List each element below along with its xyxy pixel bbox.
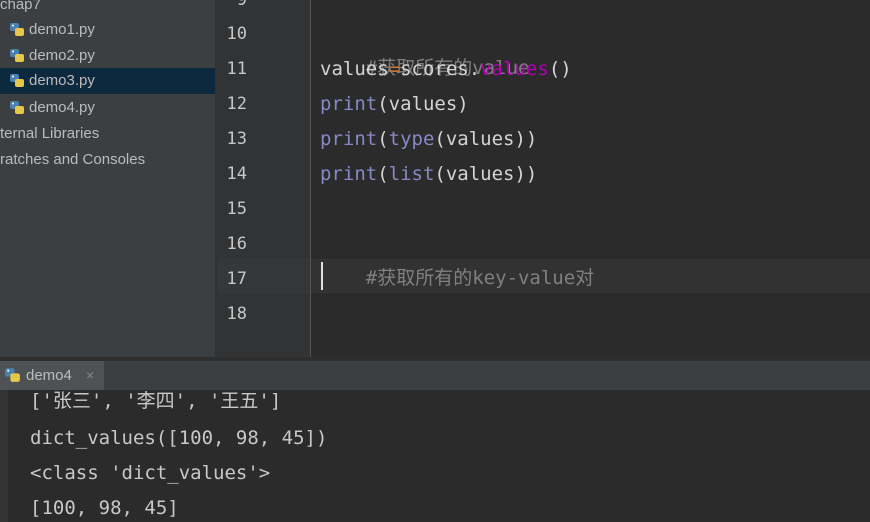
tree-file-demo2[interactable]: demo2.py — [0, 43, 215, 69]
code-token: type — [388, 128, 435, 150]
python-file-icon — [10, 49, 24, 62]
line-number: 12 — [226, 94, 247, 114]
tree-file-demo3[interactable]: demo3.py — [0, 68, 215, 94]
line-number: 13 — [226, 129, 247, 149]
line-number: 14 — [226, 164, 247, 184]
tree-folder-chap7[interactable]: chap7 — [0, 0, 215, 18]
console-line: ['张三', '李四', '王五'] — [30, 390, 282, 412]
code-line-14[interactable]: print(list(values)) — [320, 157, 537, 191]
console-line: dict_values([100, 98, 45]) — [30, 427, 328, 449]
code-token: scores. — [400, 58, 481, 80]
file-label: demo3.py — [29, 72, 95, 89]
code-line-16[interactable]: #获取所有的key-value对 — [320, 227, 594, 289]
code-token: (values) — [377, 93, 469, 115]
folder-label: chap7 — [0, 0, 41, 13]
file-label: demo2.py — [29, 47, 95, 64]
python-file-icon — [10, 23, 24, 36]
tree-external-libraries[interactable]: ternal Libraries — [0, 121, 215, 147]
code-line-12[interactable]: print(values) — [320, 87, 469, 121]
run-tab-demo4[interactable]: demo4 × — [0, 361, 104, 390]
external-libraries-label: ternal Libraries — [0, 125, 100, 142]
tree-scratches-consoles[interactable]: ratches and Consoles — [0, 147, 215, 173]
project-tree: chap7 demo1.py demo2.py demo3.py demo4.p… — [0, 0, 215, 357]
run-tab-label: demo4 — [26, 367, 72, 384]
code-token: print — [320, 163, 378, 185]
file-label: demo1.py — [29, 21, 95, 38]
console-line: <class 'dict_values'> — [30, 462, 271, 484]
text-caret — [321, 262, 323, 290]
tree-file-demo4[interactable]: demo4.py — [0, 95, 215, 121]
line-number-gutter: 9 10 11 12 13 14 15 16 17 18 — [217, 0, 310, 357]
line-number: 9 — [236, 0, 247, 10]
code-token: values — [480, 58, 549, 80]
close-icon[interactable]: × — [86, 361, 94, 390]
code-line-10[interactable]: #获取所有的value — [320, 17, 530, 79]
code-token: print — [320, 93, 378, 115]
console-line: [100, 98, 45] — [30, 497, 179, 519]
code-token: list — [388, 163, 435, 185]
line-number: 17 — [226, 269, 247, 289]
code-comment: #获取所有的key-value对 — [365, 267, 595, 289]
code-token: (values)) — [434, 128, 538, 150]
python-file-icon — [10, 74, 24, 87]
code-line-11[interactable]: values=scores.values() — [320, 52, 572, 86]
code-token: ( — [377, 128, 389, 150]
code-editor[interactable]: 9 10 11 12 13 14 15 16 17 18 #获取所有的value… — [217, 0, 870, 357]
scratches-label: ratches and Consoles — [0, 151, 146, 168]
code-token: () — [548, 58, 572, 80]
line-number: 11 — [226, 59, 247, 79]
code-token: ( — [377, 163, 389, 185]
code-line-13[interactable]: print(type(values)) — [320, 122, 537, 156]
line-number: 18 — [226, 304, 247, 324]
code-token: values — [320, 58, 389, 80]
code-token: (values)) — [434, 163, 538, 185]
line-number: 15 — [226, 199, 247, 219]
code-token: = — [388, 58, 401, 80]
code-token: print — [320, 128, 378, 150]
tree-file-demo1[interactable]: demo1.py — [0, 17, 215, 43]
python-file-icon — [10, 101, 24, 114]
run-console-output[interactable]: ['张三', '李四', '王五'] dict_values([100, 98,… — [0, 390, 870, 522]
run-tab-bar: demo4 × — [0, 361, 870, 391]
line-number: 10 — [226, 24, 247, 44]
python-run-icon — [5, 368, 20, 382]
file-label: demo4.py — [29, 99, 95, 116]
line-number: 16 — [226, 234, 247, 254]
